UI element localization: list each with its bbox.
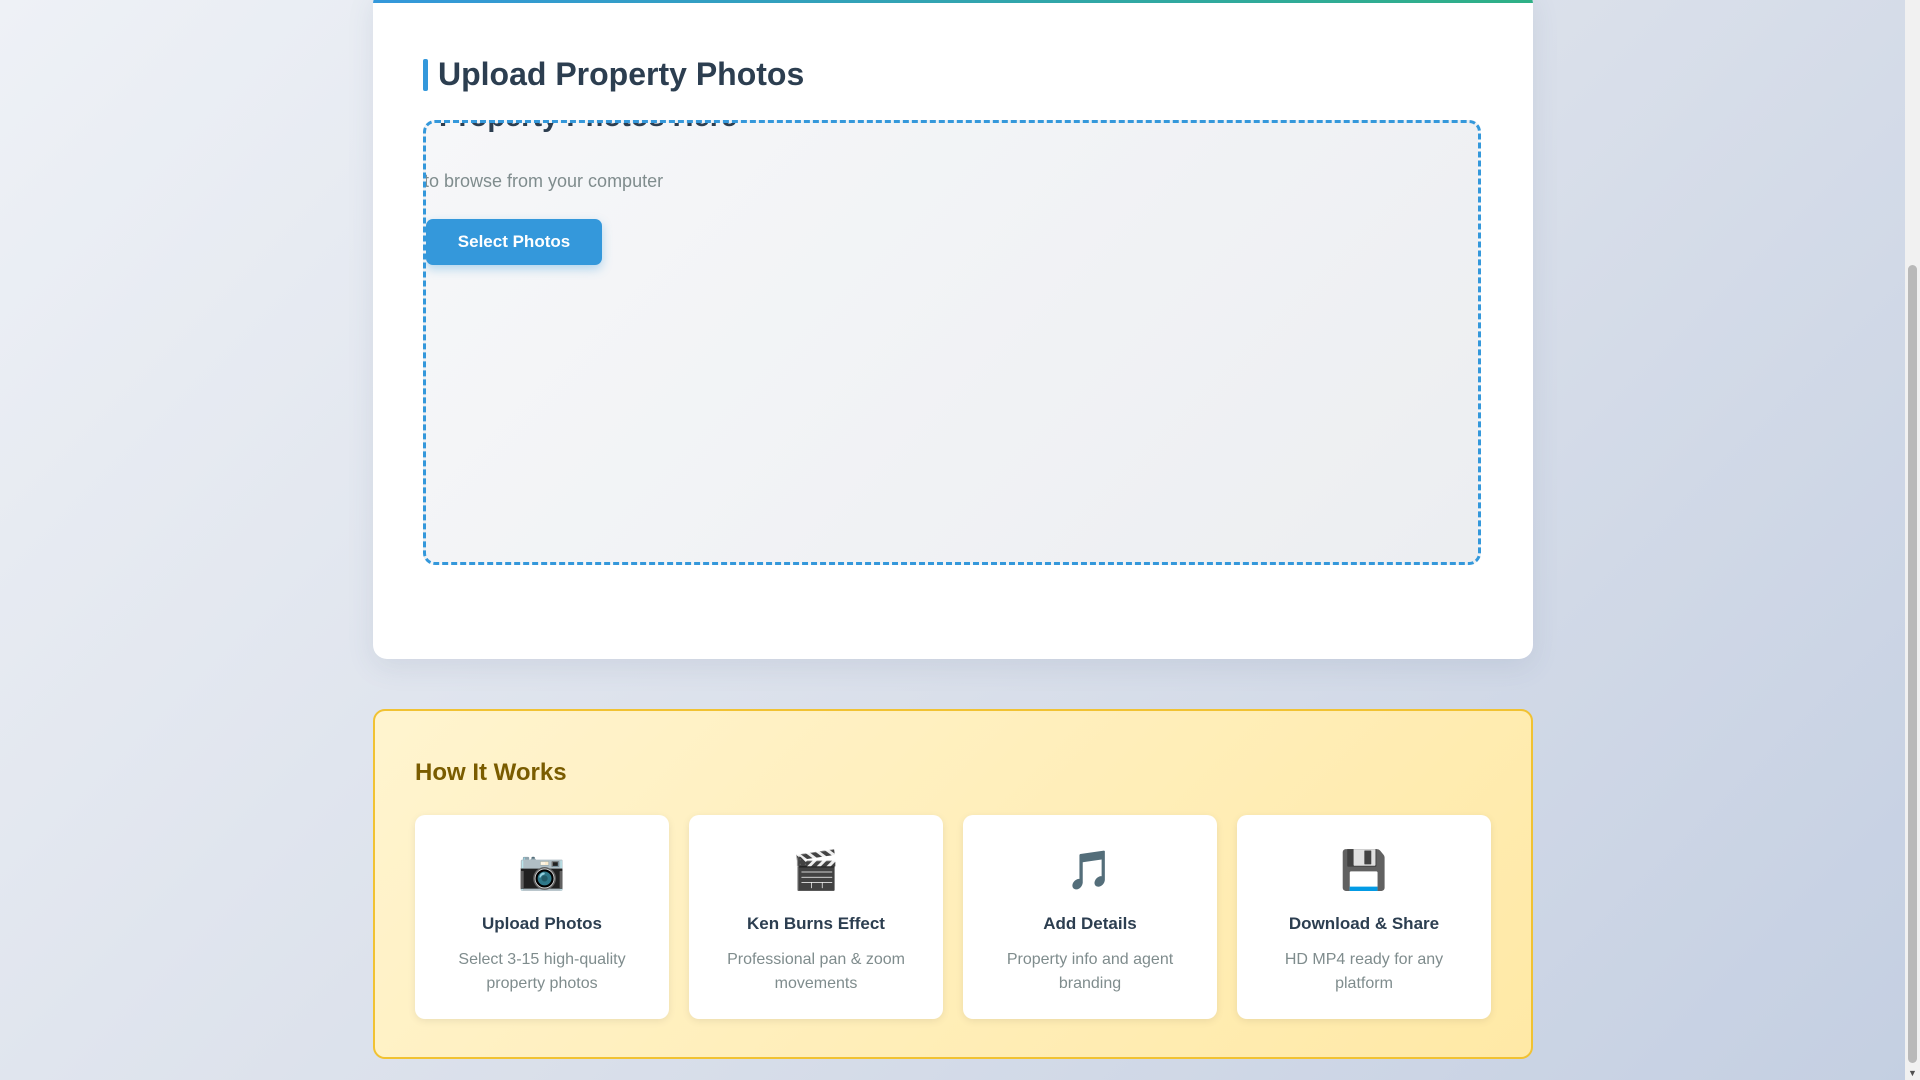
clapper-board-icon: 🎬 <box>792 848 840 892</box>
camera-icon: 📷 <box>518 848 566 892</box>
how-it-works-card: How It Works 📷 Upload Photos Select 3-15… <box>373 709 1533 1059</box>
step-card-ken-burns: 🎬 Ken Burns Effect Professional pan & zo… <box>689 815 943 1019</box>
upload-section-title-text: Upload Property Photos <box>438 56 805 92</box>
step-description: Professional pan & zoom movements <box>727 951 905 992</box>
step-description: HD MP4 ready for any platform <box>1284 951 1444 992</box>
step-card-download-share: 💾 Download & Share HD MP4 ready for any … <box>1237 815 1491 1019</box>
scroll-down-arrow-icon[interactable]: ▼ <box>1905 1066 1920 1080</box>
page-scrollbar[interactable]: ▼ <box>1905 0 1920 1080</box>
step-title: Upload Photos <box>482 914 602 933</box>
title-accent-bar <box>423 58 428 91</box>
step-title: Download & Share <box>1288 914 1440 933</box>
drop-zone-title: Property Photos Here <box>439 123 737 134</box>
steps-list: 📷 Upload Photos Select 3-15 high-quality… <box>415 815 1491 1019</box>
photo-drop-zone[interactable]: Property Photos Here to browse from your… <box>423 120 1481 565</box>
scrollbar-thumb[interactable] <box>1908 265 1917 1063</box>
step-title: Ken Burns Effect <box>747 914 885 933</box>
step-description: Select 3-15 high-quality property photos <box>458 951 626 992</box>
how-it-works-title: How It Works <box>415 759 567 786</box>
upload-card: Upload Property Photos Property Photos H… <box>373 0 1533 659</box>
step-description: Property info and agent branding <box>1006 951 1174 992</box>
step-title: Add Details <box>1043 914 1137 933</box>
select-photos-button[interactable]: Select Photos <box>426 219 602 265</box>
floppy-disk-icon: 💾 <box>1340 848 1388 892</box>
step-card-add-details: 🎵 Add Details Property info and agent br… <box>963 815 1217 1019</box>
upload-section-title: Upload Property Photos <box>423 56 804 93</box>
step-card-upload-photos: 📷 Upload Photos Select 3-15 high-quality… <box>415 815 669 1019</box>
card-accent-bar <box>373 0 1533 3</box>
drop-zone-subtitle: to browse from your computer <box>424 171 664 191</box>
music-note-icon: 🎵 <box>1066 848 1114 892</box>
